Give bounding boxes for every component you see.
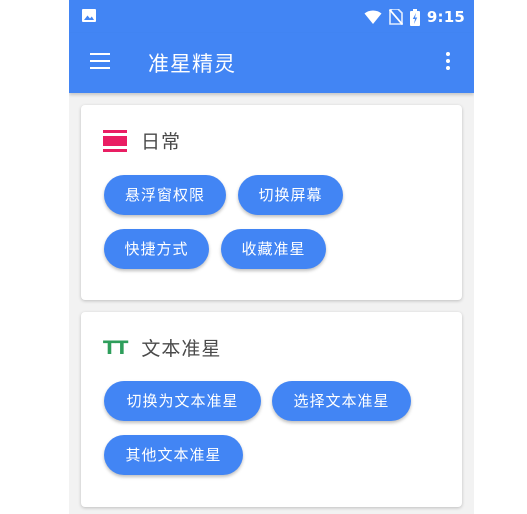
app-bar: 准星精灵 [69,33,474,93]
wifi-icon [364,10,382,24]
switch-screen-button[interactable]: 切换屏幕 [238,175,343,215]
text-crosshair-card-title: 文本准星 [141,338,222,360]
app-screen: 9:15 准星精灵 日常 悬浮窗权限 切换屏幕 快捷方式 收藏准星 TT 文本准 [69,0,474,514]
battery-icon [409,8,420,26]
status-time: 9:15 [426,8,465,26]
image-icon [82,9,96,22]
status-bar: 9:15 [69,0,474,33]
other-text-crosshair-button[interactable]: 其他文本准星 [104,435,243,475]
status-icons: 9:15 [364,7,465,27]
menu-icon[interactable] [90,53,110,69]
app-title: 准星精灵 [148,52,236,76]
text-fields-icon: TT [103,336,128,359]
more-vert-icon[interactable] [445,52,451,72]
shortcut-button[interactable]: 快捷方式 [104,229,209,269]
no-sim-icon [388,9,403,25]
favorite-crosshair-button[interactable]: 收藏准星 [221,229,326,269]
daily-card: 日常 悬浮窗权限 切换屏幕 快捷方式 收藏准星 [81,105,462,300]
switch-to-text-crosshair-button[interactable]: 切换为文本准星 [104,381,261,421]
daily-card-header: 日常 [103,127,181,154]
overlay-permission-button[interactable]: 悬浮窗权限 [104,175,226,215]
text-crosshair-card-header: TT 文本准星 [103,334,221,361]
select-text-crosshair-button[interactable]: 选择文本准星 [272,381,411,421]
text-crosshair-card: TT 文本准星 切换为文本准星 选择文本准星 其他文本准星 [81,312,462,507]
daily-card-title: 日常 [141,131,182,153]
view-day-icon [103,129,127,152]
